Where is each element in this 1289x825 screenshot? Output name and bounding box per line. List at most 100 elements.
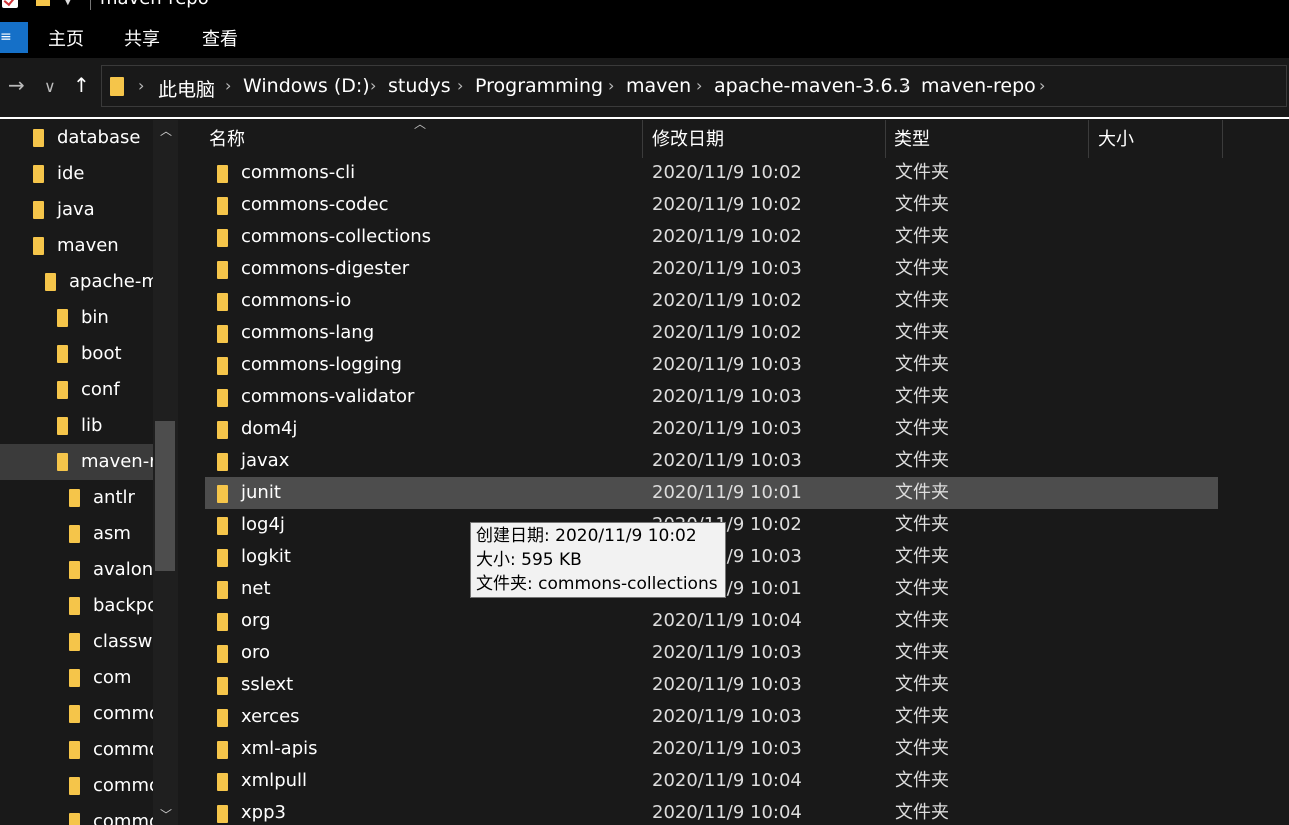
tree-scrollbar-thumb[interactable] xyxy=(155,421,175,571)
tree-item-commons[interactable]: commo xyxy=(0,696,153,732)
tree-item-boot[interactable]: boot xyxy=(0,336,153,372)
tooltip-size: 大小: 595 KB xyxy=(476,550,582,570)
tree-item-classworlds[interactable]: classwo xyxy=(0,624,153,660)
file-modified: 2020/11/9 10:03 xyxy=(652,418,802,439)
column-divider[interactable] xyxy=(642,120,643,158)
file-row[interactable]: commons-codec 2020/11/9 10:02 文件夹 xyxy=(205,189,1218,221)
breadcrumb-studys[interactable]: studys xyxy=(388,75,451,97)
chevron-right-icon[interactable]: › xyxy=(225,76,231,95)
window-title: maven-repo xyxy=(100,0,209,9)
tree-item-backport[interactable]: backpo xyxy=(0,588,153,624)
chevron-right-icon[interactable]: › xyxy=(903,76,909,95)
file-row[interactable]: commons-collections 2020/11/9 10:02 文件夹 xyxy=(205,221,1218,253)
forward-icon[interactable]: → xyxy=(8,73,25,97)
tree-item-ide[interactable]: ide xyxy=(0,156,153,192)
file-row[interactable]: commons-logging 2020/11/9 10:03 文件夹 xyxy=(205,349,1218,381)
file-name: log4j xyxy=(241,514,285,535)
folder-icon xyxy=(57,309,68,327)
file-type: 文件夹 xyxy=(895,802,949,823)
folder-icon xyxy=(57,345,68,363)
tree-item-maven-repo[interactable]: maven-r xyxy=(0,444,153,480)
column-divider[interactable] xyxy=(1088,120,1089,158)
column-header-modified[interactable]: 修改日期 xyxy=(652,122,724,158)
folder-icon xyxy=(217,709,228,727)
tree-item-maven[interactable]: maven xyxy=(0,228,153,264)
tree-item-avalon[interactable]: avalon- xyxy=(0,552,153,588)
column-divider[interactable] xyxy=(885,120,886,158)
chevron-up-icon[interactable]: ︿ xyxy=(160,122,172,139)
breadcrumb-maven-repo[interactable]: maven-repo xyxy=(921,75,1036,97)
tab-home[interactable]: 主页 xyxy=(48,22,84,58)
column-header-size[interactable]: 大小 xyxy=(1098,122,1134,158)
tree-item-asm[interactable]: asm xyxy=(0,516,153,552)
tree-item-apache-maven[interactable]: apache-m xyxy=(0,264,153,300)
folder-icon xyxy=(33,165,44,183)
breadcrumb-maven[interactable]: maven xyxy=(626,75,691,97)
breadcrumb-programming[interactable]: Programming xyxy=(475,75,603,97)
tab-view[interactable]: 查看 xyxy=(202,22,238,58)
file-row[interactable]: org 2020/11/9 10:04 文件夹 xyxy=(205,605,1218,637)
tree-item-java[interactable]: java xyxy=(0,192,153,228)
tree-item-label: ide xyxy=(57,163,85,184)
chevron-down-icon[interactable]: ▼ xyxy=(64,0,72,7)
folder-icon xyxy=(217,389,228,407)
file-row-hovered[interactable]: junit 2020/11/9 10:01 文件夹 xyxy=(205,477,1218,509)
chevron-right-icon[interactable]: › xyxy=(696,76,702,95)
folder-icon xyxy=(217,421,228,439)
file-modified: 2020/11/9 10:02 xyxy=(652,290,802,311)
tree-item-com[interactable]: com xyxy=(0,660,153,696)
file-row[interactable]: sslext 2020/11/9 10:03 文件夹 xyxy=(205,669,1218,701)
file-row[interactable]: xmlpull 2020/11/9 10:04 文件夹 xyxy=(205,765,1218,797)
file-modified: 2020/11/9 10:02 xyxy=(652,194,802,215)
file-row[interactable]: commons-lang 2020/11/9 10:02 文件夹 xyxy=(205,317,1218,349)
chevron-right-icon[interactable]: › xyxy=(608,76,614,95)
up-icon[interactable]: ↑ xyxy=(73,73,90,97)
tree-item-bin[interactable]: bin xyxy=(0,300,153,336)
chevron-right-icon[interactable]: › xyxy=(370,76,376,95)
chevron-right-icon[interactable]: › xyxy=(138,76,144,95)
breadcrumb-this-pc[interactable]: 此电脑 xyxy=(158,75,215,102)
tree-item-label: backpo xyxy=(93,595,153,616)
properties-check-icon[interactable] xyxy=(2,0,18,8)
tree-item-antlr[interactable]: antlr xyxy=(0,480,153,516)
recent-locations-icon[interactable]: ∨ xyxy=(44,77,56,96)
tree-item-commons[interactable]: commo xyxy=(0,732,153,768)
file-row[interactable]: xml-apis 2020/11/9 10:03 文件夹 xyxy=(205,733,1218,765)
chevron-right-icon[interactable]: › xyxy=(457,76,463,95)
breadcrumb-apache-maven[interactable]: apache-maven-3.6.3 xyxy=(714,75,911,97)
file-row[interactable]: commons-digester 2020/11/9 10:03 文件夹 xyxy=(205,253,1218,285)
column-divider[interactable] xyxy=(1222,120,1223,158)
file-modified: 2020/11/9 10:04 xyxy=(652,802,802,823)
file-tab[interactable]: ≡ xyxy=(0,22,28,53)
breadcrumb-drive[interactable]: Windows (D:) xyxy=(243,75,370,97)
chevron-down-icon[interactable]: ﹀ xyxy=(160,806,172,823)
file-modified: 2020/11/9 10:03 xyxy=(652,450,802,471)
file-row[interactable]: oro 2020/11/9 10:03 文件夹 xyxy=(205,637,1218,669)
file-name: commons-digester xyxy=(241,258,410,279)
folder-icon xyxy=(217,197,228,215)
file-name: xmlpull xyxy=(241,770,308,791)
file-row[interactable]: javax 2020/11/9 10:03 文件夹 xyxy=(205,445,1218,477)
file-name: sslext xyxy=(241,674,294,695)
file-type: 文件夹 xyxy=(895,738,949,759)
folder-tooltip: 创建日期: 2020/11/9 10:02 大小: 595 KB 文件夹: co… xyxy=(470,522,726,598)
chevron-right-icon[interactable]: › xyxy=(1039,76,1045,95)
file-row[interactable]: dom4j 2020/11/9 10:03 文件夹 xyxy=(205,413,1218,445)
tree-item-database[interactable]: database xyxy=(0,120,153,156)
file-row[interactable]: xpp3 2020/11/9 10:04 文件夹 xyxy=(205,797,1218,825)
file-row[interactable]: commons-cli 2020/11/9 10:02 文件夹 xyxy=(205,157,1218,189)
file-row[interactable]: commons-validator 2020/11/9 10:03 文件夹 xyxy=(205,381,1218,413)
tree-item-commons[interactable]: commo xyxy=(0,804,153,825)
tree-item-label: java xyxy=(57,199,95,220)
file-row[interactable]: xerces 2020/11/9 10:03 文件夹 xyxy=(205,701,1218,733)
folder-icon xyxy=(69,669,80,687)
file-row[interactable]: commons-io 2020/11/9 10:02 文件夹 xyxy=(205,285,1218,317)
tree-item-lib[interactable]: lib xyxy=(0,408,153,444)
column-header-type[interactable]: 类型 xyxy=(894,122,930,158)
column-header-name[interactable]: 名称 xyxy=(209,122,245,158)
new-folder-icon[interactable] xyxy=(36,0,50,6)
tab-share[interactable]: 共享 xyxy=(124,22,160,58)
tree-item-label: database xyxy=(57,127,141,148)
tree-item-commons[interactable]: commo xyxy=(0,768,153,804)
tree-item-conf[interactable]: conf xyxy=(0,372,153,408)
